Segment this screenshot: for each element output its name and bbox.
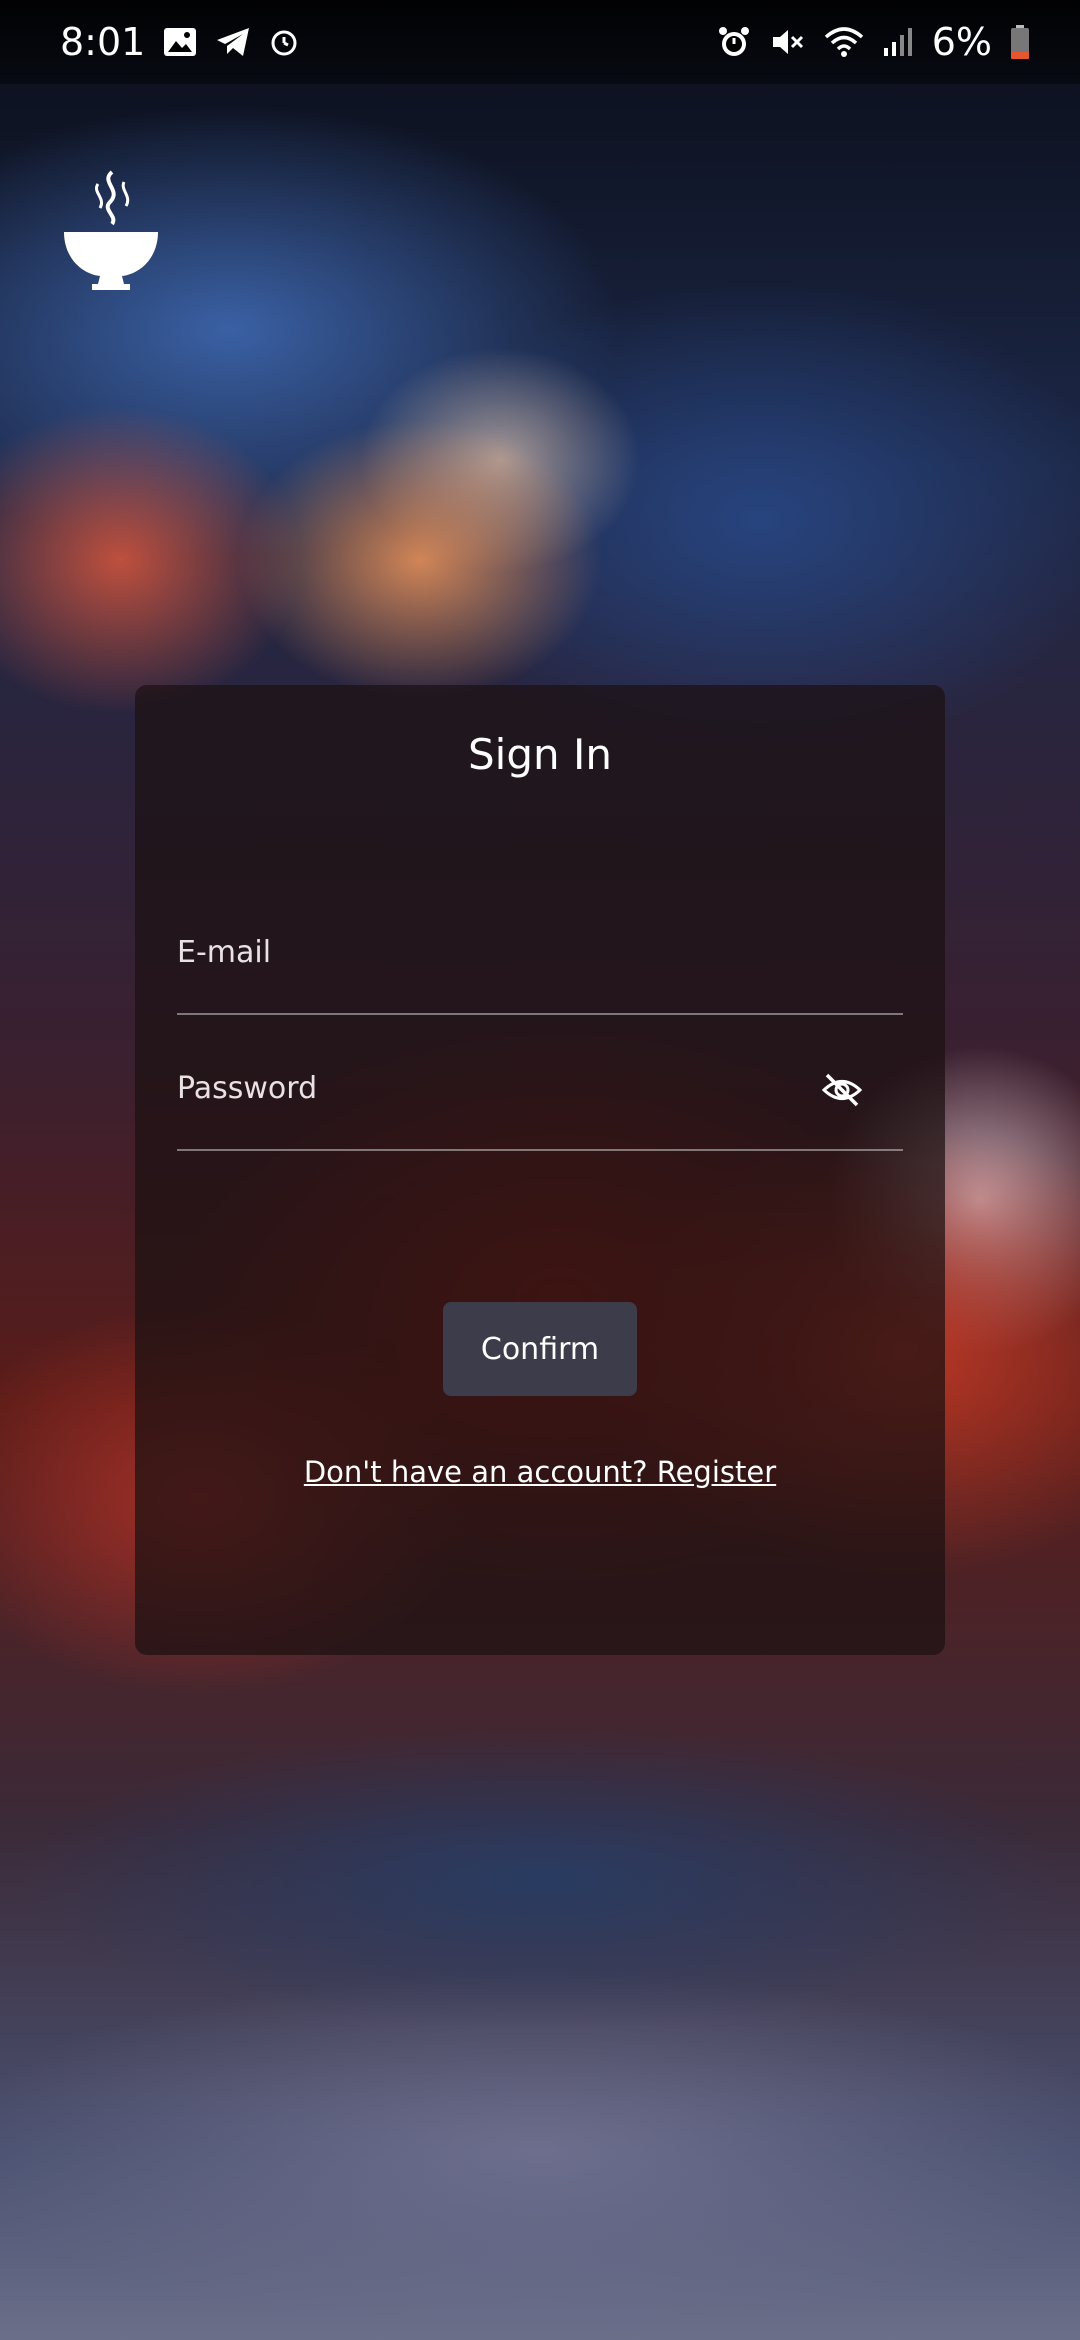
mute-icon bbox=[770, 25, 806, 59]
status-bar: 8:01 6% bbox=[0, 0, 1080, 84]
email-placeholder: E-mail bbox=[177, 935, 272, 970]
alarm-icon bbox=[716, 25, 752, 59]
password-placeholder: Password bbox=[177, 1071, 318, 1106]
sign-in-screen: 8:01 6% Sign In E-mail Password Confirm … bbox=[0, 0, 1080, 2340]
password-field[interactable]: Password bbox=[177, 1041, 903, 1151]
sign-in-card: Sign In E-mail Password Confirm Don't ha… bbox=[135, 685, 945, 1655]
confirm-button[interactable]: Confirm bbox=[443, 1302, 637, 1396]
wifi-icon bbox=[824, 25, 864, 59]
signal-icon bbox=[882, 26, 914, 58]
battery-icon bbox=[1010, 24, 1030, 60]
telegram-icon bbox=[215, 26, 251, 58]
status-time: 8:01 bbox=[60, 20, 146, 64]
eye-off-icon[interactable] bbox=[821, 1069, 863, 1111]
alarm-clock-icon bbox=[269, 27, 299, 57]
status-bar-right: 6% bbox=[716, 20, 1030, 64]
battery-percent: 6% bbox=[931, 20, 992, 64]
email-field[interactable]: E-mail bbox=[177, 905, 903, 1015]
gallery-icon bbox=[163, 27, 197, 57]
status-bar-left: 8:01 bbox=[60, 20, 299, 64]
page-title: Sign In bbox=[468, 730, 612, 779]
register-link[interactable]: Don't have an account? Register bbox=[135, 1455, 945, 1489]
steaming-bowl-icon bbox=[62, 168, 160, 292]
